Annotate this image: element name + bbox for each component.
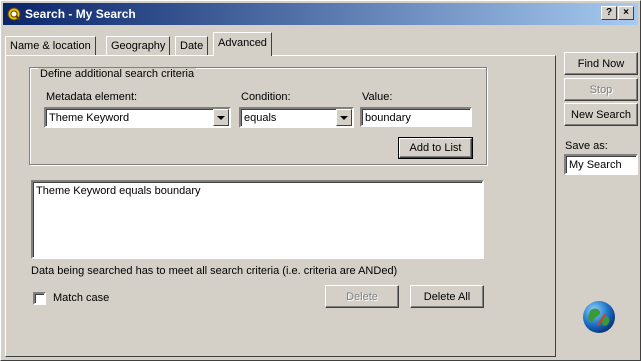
list-item[interactable]: Theme Keyword equals boundary [36, 185, 200, 197]
metadata-element-label: Metadata element: [46, 91, 138, 103]
delete-all-button[interactable]: Delete All [410, 285, 484, 308]
condition-label: Condition: [241, 91, 291, 103]
search-dialog: Search - My Search ? × Name & location G… [0, 0, 641, 361]
title-bar[interactable]: Search - My Search ? × [3, 3, 638, 25]
tab-advanced[interactable]: Advanced [213, 32, 272, 56]
match-case-checkbox[interactable] [33, 292, 46, 305]
metadata-element-select[interactable]: Theme Keyword [44, 107, 231, 128]
chevron-down-icon[interactable] [213, 109, 229, 126]
value-input[interactable]: boundary [360, 107, 472, 127]
match-case-label[interactable]: Match case [53, 292, 109, 304]
tab-geography[interactable]: Geography [106, 36, 171, 56]
tab-date[interactable]: Date [175, 36, 209, 56]
value-input-text: boundary [365, 112, 411, 124]
chevron-down-icon[interactable] [336, 109, 352, 126]
save-as-input[interactable]: My Search [564, 154, 638, 175]
save-as-input-text: My Search [569, 159, 622, 171]
condition-select[interactable]: equals [239, 107, 354, 128]
find-now-button[interactable]: Find Now [564, 52, 638, 75]
value-label: Value: [362, 91, 393, 103]
criteria-group-label: Define additional search criteria [38, 68, 197, 80]
info-text: Data being searched has to meet all sear… [31, 265, 398, 277]
condition-value: equals [244, 112, 277, 124]
criteria-list[interactable]: Theme Keyword equals boundary [31, 180, 484, 259]
new-search-button[interactable]: New Search [564, 103, 638, 126]
close-button[interactable]: × [618, 6, 634, 20]
delete-button[interactable]: Delete [325, 285, 399, 308]
search-app-icon [7, 7, 21, 21]
save-as-label: Save as: [565, 140, 608, 152]
globe-icon [583, 301, 615, 333]
help-button[interactable]: ? [601, 6, 617, 20]
stop-button[interactable]: Stop [564, 78, 638, 101]
metadata-element-value: Theme Keyword [49, 112, 130, 124]
add-to-list-button[interactable]: Add to List [398, 137, 473, 159]
window-title: Search - My Search [25, 7, 136, 21]
tab-name-location[interactable]: Name & location [5, 36, 96, 56]
